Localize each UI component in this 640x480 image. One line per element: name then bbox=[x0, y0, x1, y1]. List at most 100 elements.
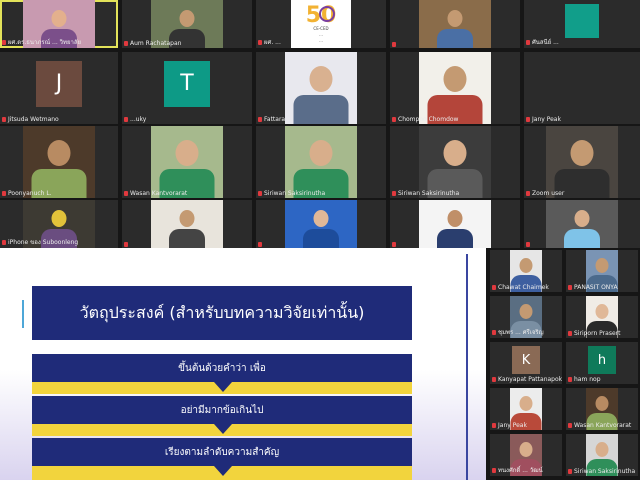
person-head bbox=[51, 10, 67, 27]
participant-tile[interactable] bbox=[390, 200, 520, 248]
person-head bbox=[179, 210, 195, 227]
muted-mic-icon bbox=[392, 42, 396, 47]
participant-name-label: Siriwan Saksirinutha bbox=[258, 190, 325, 197]
slide-border bbox=[466, 254, 468, 480]
participant-name: PANASIT ONYA bbox=[574, 284, 618, 291]
person-head bbox=[570, 140, 594, 166]
participant-name-label bbox=[526, 242, 532, 247]
participant-name-label: Wasan Kantvorarat bbox=[124, 190, 187, 197]
participant-tile[interactable]: Jany Peak bbox=[524, 52, 640, 124]
muted-mic-icon bbox=[124, 191, 128, 196]
person-head bbox=[443, 140, 467, 166]
participant-name-label: ศันสนีย์ ... bbox=[526, 37, 559, 47]
participant-name: Siriwan Saksirinutha bbox=[398, 190, 460, 197]
person-head bbox=[595, 258, 609, 273]
slide-row-3: เรียงตามลำดับความสำคัญ bbox=[32, 438, 412, 466]
participant-tile[interactable]: Chawat Chaimek bbox=[490, 250, 562, 292]
person-body bbox=[169, 229, 205, 248]
participant-tile[interactable]: ทนงศักดิ์ ... วัฒน์ bbox=[490, 434, 562, 476]
participant-name: Zoom user bbox=[532, 190, 565, 197]
video-feed bbox=[285, 52, 357, 124]
muted-mic-icon bbox=[492, 423, 496, 428]
participant-tile[interactable]: ศันสนีย์ ... bbox=[524, 0, 640, 48]
video-feed bbox=[419, 126, 491, 198]
participant-tile[interactable]: J Jitsuda Wetmano bbox=[0, 52, 118, 124]
person-head bbox=[309, 140, 333, 166]
participant-name-label: Jany Peak bbox=[526, 116, 561, 123]
participant-tile[interactable]: ผศ.ดร.ธนาภรณ์ ... วิทยาลัย bbox=[0, 0, 118, 48]
participant-name-label: ทนงศักดิ์ ... วัฒน์ bbox=[492, 465, 543, 475]
video-feed bbox=[151, 126, 223, 198]
participant-tile[interactable]: PANASIT ONYA bbox=[566, 250, 638, 292]
participant-tile[interactable]: Wasan Kantvorarat bbox=[566, 388, 638, 430]
muted-mic-icon bbox=[492, 467, 496, 473]
participant-tile[interactable]: KKanyapat Pattanapoki... bbox=[490, 342, 562, 384]
person-head bbox=[519, 258, 533, 273]
person-head bbox=[519, 396, 533, 411]
slide-accent-mark bbox=[22, 300, 24, 328]
participant-tile[interactable]: Siriporn Prasert bbox=[566, 296, 638, 338]
participant-tile[interactable]: iPhone ของ Suboonleng bbox=[0, 200, 118, 248]
participant-tile[interactable]: Poonyanuch L. bbox=[0, 126, 118, 198]
participant-name-label: Siriwan Saksirinutha bbox=[392, 190, 459, 197]
video-feed bbox=[285, 126, 357, 198]
participant-name: Siriwan Saksirinutha bbox=[574, 468, 636, 475]
video-feed bbox=[419, 0, 491, 48]
participant-name: iPhone ของ Suboonleng bbox=[8, 239, 79, 246]
muted-mic-icon bbox=[258, 117, 262, 122]
participant-name: ham nop bbox=[574, 376, 601, 383]
participant-tile[interactable]: Wasan Kantvorarat bbox=[122, 126, 252, 198]
shared-screen-slide: วัตถุประสงค์ (สำหรับบทความวิจัยเท่านั้น)… bbox=[0, 248, 486, 480]
video-feed bbox=[419, 200, 491, 248]
participant-name-label: ham nop bbox=[568, 376, 601, 383]
participant-tile[interactable]: Siriwan Saksirinutha bbox=[390, 126, 520, 198]
participant-tile[interactable]: Chompoo Chomdow bbox=[390, 52, 520, 124]
participant-tile[interactable] bbox=[256, 200, 386, 248]
participant-tile[interactable]: Siriwan Saksirinutha bbox=[566, 434, 638, 476]
participant-tile[interactable] bbox=[390, 0, 520, 48]
participant-tile[interactable]: Zoom user bbox=[524, 126, 640, 198]
muted-mic-icon bbox=[526, 242, 530, 247]
muted-mic-icon bbox=[392, 117, 396, 122]
person-head bbox=[309, 66, 333, 92]
person-body bbox=[564, 229, 600, 248]
participant-tile[interactable] bbox=[122, 200, 252, 248]
person-head bbox=[519, 304, 533, 319]
video-feed bbox=[546, 200, 618, 248]
participant-name-label: iPhone ของ Suboonleng bbox=[2, 237, 78, 247]
slide-arrow-2 bbox=[214, 424, 232, 434]
muted-mic-icon bbox=[2, 39, 6, 45]
participant-tile[interactable]: Jany Peak bbox=[490, 388, 562, 430]
participant-name-label: Fattara bbox=[258, 116, 285, 123]
person-head bbox=[443, 66, 467, 92]
muted-mic-icon bbox=[258, 191, 262, 196]
logo-text-2: ... bbox=[319, 32, 323, 37]
video-feed bbox=[23, 126, 95, 198]
participant-tile[interactable]: ชุมพร ... ศรีเจริญ bbox=[490, 296, 562, 338]
muted-mic-icon bbox=[124, 41, 128, 46]
person-head bbox=[519, 442, 533, 457]
muted-mic-icon bbox=[2, 191, 6, 196]
muted-mic-icon bbox=[526, 117, 530, 122]
muted-mic-icon bbox=[568, 423, 572, 428]
participant-name-label: Jitsuda Wetmano bbox=[2, 116, 59, 123]
participant-tile[interactable] bbox=[524, 200, 640, 248]
participant-name-label bbox=[392, 242, 398, 247]
participant-tile[interactable]: 50 CE-CED...... ผศ. ... bbox=[256, 0, 386, 48]
person-head bbox=[175, 140, 199, 166]
participant-name: Jitsuda Wetmano bbox=[8, 116, 59, 123]
participant-tile[interactable]: Fattara bbox=[256, 52, 386, 124]
participant-name-label: Chawat Chaimek bbox=[492, 284, 549, 291]
participant-tile[interactable]: Siriwan Saksirinutha bbox=[256, 126, 386, 198]
person-head bbox=[574, 210, 590, 227]
participant-tile[interactable]: h ham nop bbox=[566, 342, 638, 384]
muted-mic-icon bbox=[392, 191, 396, 196]
person-head bbox=[595, 396, 609, 411]
participant-tile[interactable]: Aum Rachatapan bbox=[122, 0, 252, 48]
person-head bbox=[447, 10, 463, 27]
participant-name-label bbox=[392, 42, 398, 47]
participant-name-label: Kanyapat Pattanapoki... bbox=[492, 376, 562, 383]
participant-name: Chompoo Chomdow bbox=[398, 116, 459, 123]
participant-tile[interactable]: T ...uky bbox=[122, 52, 252, 124]
participant-name-label bbox=[258, 242, 264, 247]
